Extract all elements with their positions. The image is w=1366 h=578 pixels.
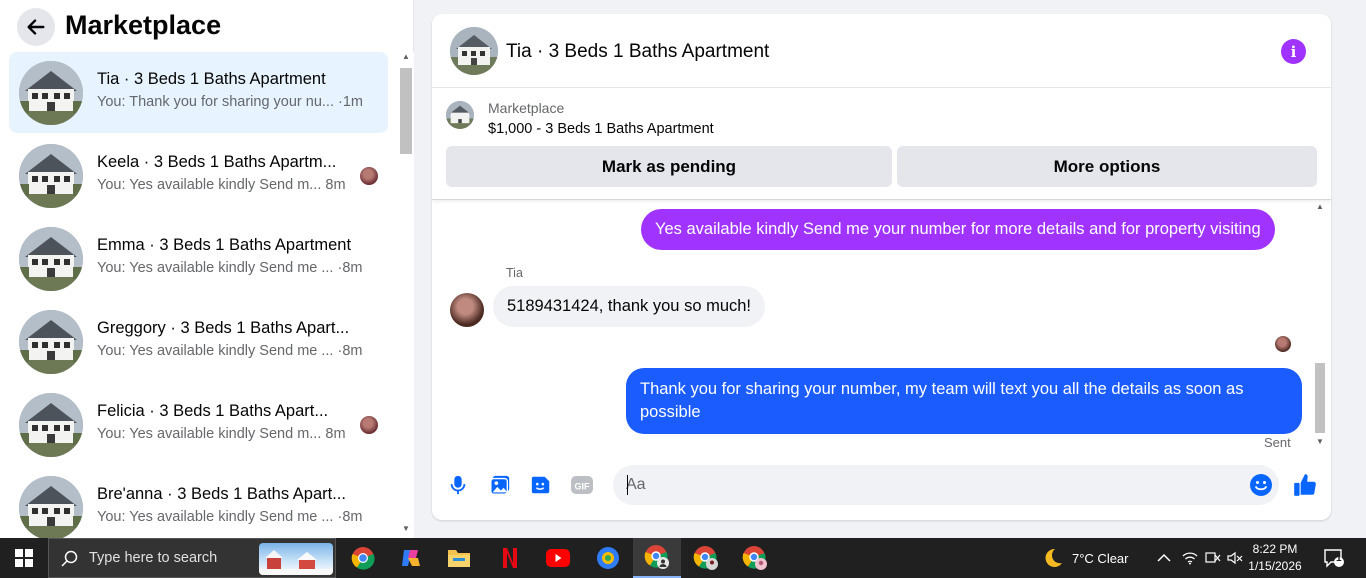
weather-text: 7°C Clear [1072,550,1129,566]
page-title: Marketplace [65,10,222,40]
listing-thumbnail [19,393,83,457]
conversation-list: Tia · 3 Beds 1 Baths Apartment You: Thank… [0,52,398,538]
clock-time: 8:22 PM [1252,542,1298,556]
sticker-icon[interactable] [528,472,554,498]
youtube-taskbar-icon[interactable] [534,538,582,578]
conversation-preview: You: Yes available kindly Send me ... ·8… [97,343,363,359]
sender-avatar[interactable] [450,293,484,327]
conversation-preview: You: Thank you for sharing your nu... ·1… [97,94,363,110]
gif-icon[interactable]: GIF [569,472,595,498]
sender-name: Tia [506,266,523,280]
chrome-profile-3-taskbar-icon[interactable] [731,538,779,578]
chrome-taskbar-icon[interactable] [339,538,387,578]
sidebar-scrollbar[interactable]: ▲ ▼ [398,52,414,538]
chat-header: Tia · 3 Beds 1 Baths Apartment i [432,14,1331,88]
message-thread: Yes available kindly Send me your number… [432,200,1331,452]
conversation-item[interactable]: Felicia · 3 Beds 1 Baths Apart... You: Ye… [9,384,388,465]
chat-panel: Tia · 3 Beds 1 Baths Apartment i Marketp… [432,14,1331,520]
lens-taskbar-icon[interactable] [584,538,632,578]
photo-icon[interactable] [487,472,513,498]
message-input[interactable] [626,465,1226,505]
outgoing-message[interactable]: Yes available kindly Send me your number… [641,209,1275,250]
listing-small-thumbnail[interactable] [446,101,474,129]
more-options-button[interactable]: More options [897,146,1317,187]
read-receipt-avatar [360,167,378,185]
read-receipt-avatar [1275,336,1291,352]
notification-count: 1 [1336,553,1342,564]
conversation-name: Bre'anna · 3 Beds 1 Baths Apart... [97,485,346,503]
notification-center-icon[interactable]: 1 [1323,538,1345,578]
conversation-item[interactable]: Keela · 3 Beds 1 Baths Apartm... You: Yes… [9,135,388,216]
conversation-name: Keela · 3 Beds 1 Baths Apartm... [97,153,337,171]
conversation-name: Greggory · 3 Beds 1 Baths Apart... [97,319,350,337]
windows-taskbar: Type here to search 7°C Clear 8:22 PM 1/… [0,538,1366,578]
listing-thumbnail [19,61,83,125]
scroll-up-arrow-icon[interactable]: ▲ [402,52,410,61]
mark-as-pending-button[interactable]: Mark as pending [446,146,892,187]
conversation-preview: You: Yes available kindly Send m... 8m [97,426,346,442]
back-button[interactable] [17,8,55,46]
thumbs-up-icon[interactable] [1292,472,1318,498]
conversation-preview: You: Yes available kindly Send me ... ·8… [97,260,363,276]
search-icon [61,550,78,567]
chrome-profile-2-taskbar-icon[interactable] [682,538,730,578]
listing-source-label: Marketplace [488,100,565,116]
incoming-message[interactable]: 5189431424, thank you so much! [493,286,766,327]
conversation-sidebar: Marketplace Tia · 3 Beds 1 Baths Apartme… [0,0,414,538]
weather-widget[interactable]: 7°C Clear [1040,538,1129,578]
netflix-taskbar-icon[interactable] [486,538,534,578]
emoji-icon[interactable] [1249,473,1273,497]
listing-card: Marketplace $1,000 - 3 Beds 1 Baths Apar… [432,88,1331,200]
windows-logo-icon [15,549,33,567]
conversation-item[interactable]: Greggory · 3 Beds 1 Baths Apart... You: Y… [9,301,388,382]
info-icon[interactable]: i [1281,39,1306,64]
chat-title: Tia · 3 Beds 1 Baths Apartment [506,41,770,62]
windows-start-button[interactable] [0,538,48,578]
listing-thumbnail [19,310,83,374]
outgoing-message[interactable]: Thank you for sharing your number, my te… [626,368,1302,434]
arrow-left-icon [27,19,45,35]
conversation-item[interactable]: Tia · 3 Beds 1 Baths Apartment You: Thank… [9,52,388,133]
conversation-item[interactable]: Emma · 3 Beds 1 Baths Apartment You: Yes … [9,218,388,299]
listing-price-title[interactable]: $1,000 - 3 Beds 1 Baths Apartment [488,121,714,137]
scroll-down-arrow-icon[interactable]: ▼ [1316,437,1324,446]
svg-text:GIF: GIF [575,482,591,492]
wifi-icon[interactable] [1182,538,1198,578]
message-status: Sent [1264,435,1291,450]
conversation-name: Emma · 3 Beds 1 Baths Apartment [97,236,352,254]
taskbar-search-box[interactable]: Type here to search [48,538,336,578]
scroll-up-arrow-icon[interactable]: ▲ [1316,202,1324,211]
read-receipt-avatar [360,416,378,434]
scroll-down-arrow-icon[interactable]: ▼ [402,524,410,533]
tray-overflow-chevron-icon[interactable] [1157,538,1171,578]
search-placeholder: Type here to search [89,550,218,566]
listing-thumbnail [19,227,83,291]
copilot-taskbar-icon[interactable] [387,538,435,578]
listing-thumbnail [19,476,83,538]
scrollbar-thumb[interactable] [1315,363,1325,433]
conversation-item[interactable]: Bre'anna · 3 Beds 1 Baths Apart... You: Y… [9,467,388,538]
chrome-profile-taskbar-icon[interactable] [633,538,681,578]
listing-thumbnail [19,144,83,208]
conversation-name: Tia · 3 Beds 1 Baths Apartment [97,70,326,88]
microphone-icon[interactable] [445,472,471,498]
text-caret [627,475,628,495]
conversation-preview: You: Yes available kindly Send me ... ·8… [97,509,363,525]
moon-icon [1045,548,1062,567]
listing-thumbnail[interactable] [450,27,498,75]
scrollbar-thumb[interactable] [400,68,412,154]
volume-muted-icon[interactable] [1227,538,1243,578]
system-clock[interactable]: 8:22 PM 1/15/2026 [1244,541,1306,575]
chat-scrollbar[interactable]: ▲ ▼ [1312,200,1328,452]
conversation-preview: You: Yes available kindly Send m... 8m [97,177,346,193]
conversation-name: Felicia · 3 Beds 1 Baths Apart... [97,402,329,420]
search-highlight-image[interactable] [259,543,333,575]
sidebar-header: Marketplace [0,0,414,52]
clock-date: 1/15/2026 [1248,559,1302,573]
message-input-container[interactable] [613,465,1279,505]
file-explorer-taskbar-icon[interactable] [435,538,483,578]
network-icon[interactable] [1205,538,1221,578]
message-composer: GIF [432,452,1331,520]
